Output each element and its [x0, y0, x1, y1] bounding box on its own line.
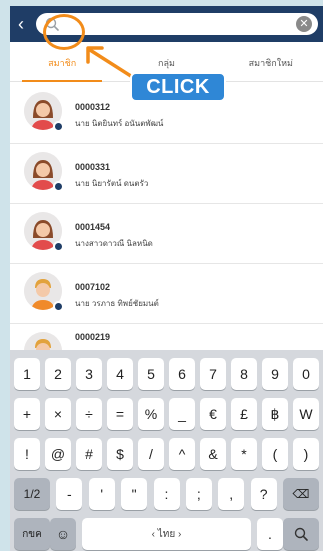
avatar [24, 212, 64, 252]
key[interactable]: = [107, 398, 133, 430]
search-input[interactable] [62, 15, 282, 33]
key[interactable]: ( [262, 438, 288, 470]
list-item[interactable]: 0000331 นาย นิยารัตน์ ดนตรัว [10, 144, 323, 204]
member-code: 0000331 [75, 162, 111, 172]
key[interactable]: € [200, 398, 226, 430]
key[interactable]: " [121, 478, 148, 510]
key[interactable]: _ [169, 398, 195, 430]
keyboard-row-numbers: 1 2 3 4 5 6 7 8 9 0 [14, 354, 319, 394]
app-screen: ‹ ✕ สมาชิก กลุ่ม สมาชิกใหม่ 0000312 นาย … [10, 6, 323, 551]
key[interactable]: * [231, 438, 257, 470]
page-toggle-key[interactable]: 1/2 [14, 478, 50, 510]
key[interactable]: ' [88, 478, 115, 510]
emoji-icon[interactable]: ☺ [50, 518, 76, 550]
member-code: 0000312 [75, 102, 111, 112]
backspace-key[interactable]: ⌫ [283, 478, 319, 510]
key[interactable]: 8 [231, 358, 257, 390]
key[interactable]: ^ [169, 438, 195, 470]
key[interactable]: + [14, 398, 40, 430]
back-button[interactable]: ‹ [10, 6, 32, 42]
keyboard-row-symbols-1: + × ÷ = % _ € £ ฿ W [14, 394, 319, 434]
key[interactable]: - [56, 478, 83, 510]
key[interactable]: 3 [76, 358, 102, 390]
status-dot [53, 301, 64, 312]
list-item[interactable]: 0001454 นางสาวดาวณี นิลหนิด [10, 204, 323, 264]
status-dot [53, 121, 64, 132]
key[interactable]: @ [45, 438, 71, 470]
space-key[interactable]: ‹ ไทย › [82, 518, 251, 550]
language-key[interactable]: กขค [14, 518, 50, 550]
key[interactable]: £ [231, 398, 257, 430]
key[interactable]: 4 [107, 358, 133, 390]
keyboard-row-punctuation: 1/2 - ' " : ; , ? ⌫ [14, 474, 319, 514]
key[interactable]: % [138, 398, 164, 430]
search-icon [294, 527, 308, 541]
member-name: นาย นิยารัตน์ ดนตรัว [75, 179, 149, 188]
chevron-left-icon: ‹ [18, 13, 24, 34]
key[interactable]: ? [250, 478, 277, 510]
keyboard-row-symbols-2: ! @ # $ / ^ & * ( ) [14, 434, 319, 474]
key[interactable]: W [293, 398, 319, 430]
member-name: นาย วรภาธ ทิพย์ชัยมนต์ [75, 299, 159, 308]
avatar [24, 92, 64, 132]
key[interactable]: 1 [14, 358, 40, 390]
key[interactable]: & [200, 438, 226, 470]
key[interactable]: / [138, 438, 164, 470]
period-key[interactable]: . [257, 518, 283, 550]
key[interactable]: × [45, 398, 71, 430]
avatar [24, 152, 64, 192]
key[interactable]: 7 [200, 358, 226, 390]
tab-new-members[interactable]: สมาชิกใหม่ [219, 50, 323, 81]
key[interactable]: ) [293, 438, 319, 470]
on-screen-keyboard: 1 2 3 4 5 6 7 8 9 0 + × ÷ = % _ € £ ฿ W … [10, 350, 323, 551]
list-item[interactable]: 0007102 นาย วรภาธ ทิพย์ชัยมนต์ [10, 264, 323, 324]
key[interactable]: : [153, 478, 180, 510]
clear-icon[interactable]: ✕ [296, 16, 312, 32]
contact-list: 0000312 นาย นิตยินทร์ อนันตพัฒน์ 0000331… [10, 84, 323, 370]
key[interactable]: 0 [293, 358, 319, 390]
key[interactable]: ฿ [262, 398, 288, 430]
key[interactable]: 6 [169, 358, 195, 390]
key[interactable]: ÷ [76, 398, 102, 430]
click-callout: CLICK [130, 72, 226, 102]
search-key[interactable] [283, 518, 319, 550]
key[interactable]: , [218, 478, 245, 510]
key[interactable]: ; [185, 478, 212, 510]
member-name: นางสาวดาวณี นิลหนิด [75, 239, 153, 248]
status-dot [53, 241, 64, 252]
member-code: 0001454 [75, 222, 111, 232]
key[interactable]: 5 [138, 358, 164, 390]
keyboard-row-bottom: กขค ☺ ‹ ไทย › . [14, 514, 319, 551]
member-code: 0007102 [75, 282, 111, 292]
key[interactable]: ! [14, 438, 40, 470]
highlight-circle [43, 14, 85, 50]
status-dot [53, 181, 64, 192]
key[interactable]: $ [107, 438, 133, 470]
key[interactable]: # [76, 438, 102, 470]
key[interactable]: 2 [45, 358, 71, 390]
member-code: 0000219 [75, 332, 111, 342]
member-name: นาย นิตยินทร์ อนันตพัฒน์ [75, 119, 164, 128]
avatar [24, 272, 64, 312]
key[interactable]: 9 [262, 358, 288, 390]
